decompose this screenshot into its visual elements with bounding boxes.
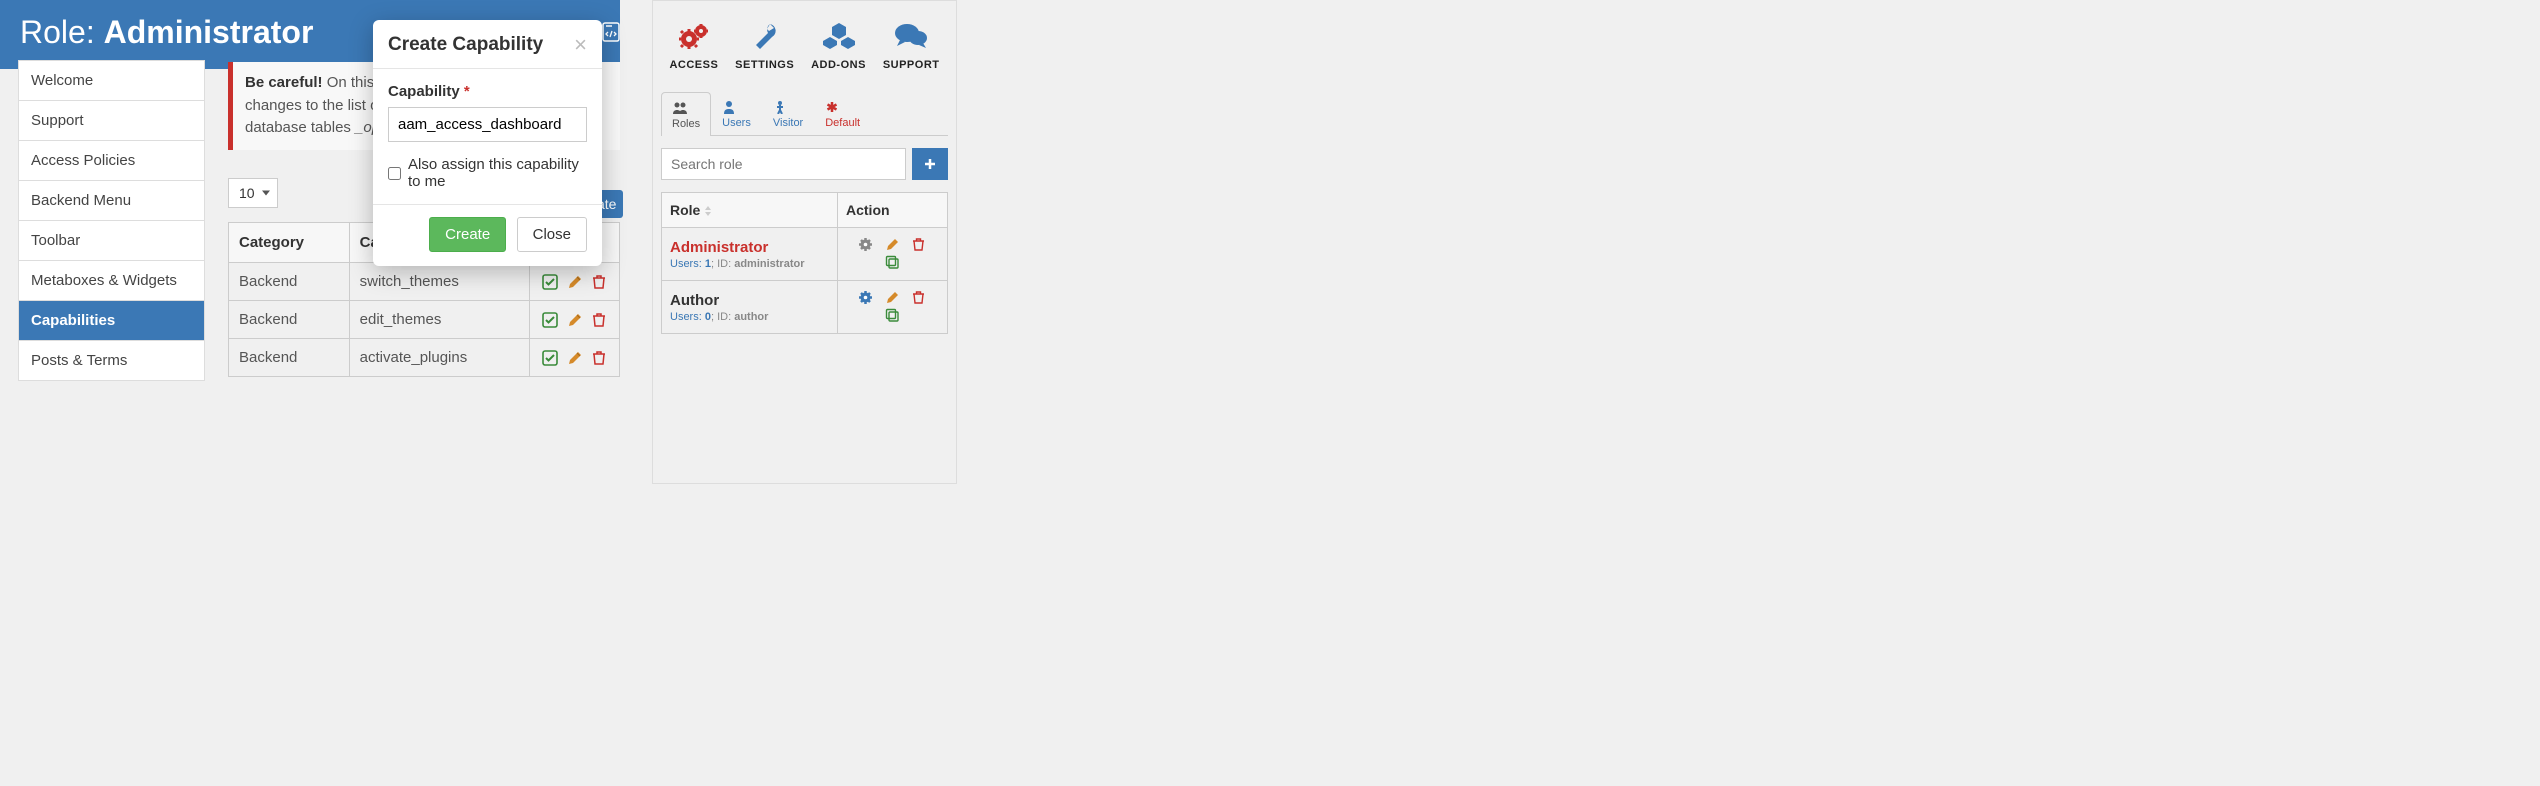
th-role[interactable]: Role: [662, 193, 838, 228]
gear-cluster-button[interactable]: ACCESS: [669, 19, 718, 71]
role-search-row: [661, 148, 948, 180]
subtab-visitor[interactable]: Visitor: [762, 91, 814, 135]
right-panel: ACCESS SETTINGS ADD-ONS SUPPORT RolesUsersV…: [652, 0, 957, 484]
create-button[interactable]: Create: [429, 217, 506, 252]
roles-table: Role Action Administrator Users: 1; ID: …: [661, 192, 948, 334]
cell-category: Backend: [229, 338, 350, 376]
page-size-select[interactable]: 10: [228, 178, 278, 208]
modal-header: Create Capability ×: [373, 20, 602, 69]
nav-backend-menu[interactable]: Backend Menu: [19, 181, 204, 221]
close-icon[interactable]: ×: [574, 34, 587, 56]
nav-access-policies[interactable]: Access Policies: [19, 141, 204, 181]
th-action: Action: [838, 193, 948, 228]
role-cell: Administrator Users: 1; ID: administrato…: [662, 228, 838, 281]
check-icon[interactable]: [542, 350, 558, 366]
user-icon: [722, 100, 751, 114]
cubes-icon: [811, 19, 866, 53]
pencil-icon[interactable]: [567, 350, 583, 366]
modal-body: Capability * Also assign this capability…: [373, 69, 602, 204]
add-role-button[interactable]: [912, 148, 948, 180]
assign-to-me-checkbox[interactable]: [388, 166, 401, 181]
modal-footer: Create Close: [373, 204, 602, 266]
role-actions: [838, 281, 948, 334]
check-icon[interactable]: [542, 274, 558, 290]
nav-support[interactable]: Support: [19, 101, 204, 141]
subtab-row: RolesUsersVisitorDefault: [661, 91, 948, 136]
cell-actions: [530, 300, 620, 338]
clone-icon[interactable]: [885, 255, 901, 271]
gear-icon[interactable]: [858, 237, 874, 253]
pencil-icon[interactable]: [885, 237, 901, 253]
nav-metaboxes[interactable]: Metaboxes & Widgets: [19, 261, 204, 301]
trash-icon[interactable]: [911, 237, 927, 253]
th-category[interactable]: Category: [229, 222, 350, 262]
trash-icon[interactable]: [591, 312, 607, 328]
role-row[interactable]: Author Users: 0; ID: author: [662, 281, 948, 334]
role-search-input[interactable]: [661, 148, 906, 180]
table-row: Backend activate_plugins: [229, 338, 620, 376]
gear-icon[interactable]: [858, 290, 874, 306]
trash-icon[interactable]: [911, 290, 927, 306]
nav-welcome[interactable]: Welcome: [19, 61, 204, 101]
close-button[interactable]: Close: [517, 217, 587, 252]
capability-label: Capability *: [388, 83, 587, 100]
cell-capability: edit_themes: [349, 300, 529, 338]
trash-icon[interactable]: [591, 350, 607, 366]
nav-toolbar[interactable]: Toolbar: [19, 221, 204, 261]
table-row: Backend edit_themes: [229, 300, 620, 338]
cell-capability: activate_plugins: [349, 338, 529, 376]
table-row: Backend switch_themes: [229, 262, 620, 300]
trash-icon[interactable]: [591, 274, 607, 290]
users-group-icon: [672, 101, 700, 115]
nav-capabilities[interactable]: Capabilities: [19, 301, 204, 341]
role-cell: Author Users: 0; ID: author: [662, 281, 838, 334]
role-meta: Users: 1; ID: administrator: [670, 258, 829, 270]
modal-title: Create Capability: [388, 34, 543, 56]
person-icon: [773, 100, 803, 114]
pencil-icon[interactable]: [885, 290, 901, 306]
capability-input[interactable]: [388, 107, 587, 142]
top-icon-row: ACCESS SETTINGS ADD-ONS SUPPORT: [661, 11, 948, 83]
chat-button[interactable]: SUPPORT: [883, 19, 940, 71]
wrench-button[interactable]: SETTINGS: [735, 19, 794, 71]
sidebar-nav: Welcome Support Access Policies Backend …: [18, 60, 205, 381]
cell-capability: switch_themes: [349, 262, 529, 300]
chat-icon: [883, 19, 940, 53]
role-name: Administrator: [670, 239, 829, 256]
nav-posts-terms[interactable]: Posts & Terms: [19, 341, 204, 380]
cell-category: Backend: [229, 300, 350, 338]
cell-actions: [530, 262, 620, 300]
pencil-icon[interactable]: [567, 274, 583, 290]
create-capability-modal: Create Capability × Capability * Also as…: [373, 20, 602, 266]
subtab-roles[interactable]: Roles: [661, 92, 711, 136]
header-label: Role:: [20, 14, 104, 50]
pencil-icon[interactable]: [567, 312, 583, 328]
check-icon[interactable]: [542, 312, 558, 328]
asterisk-icon: [825, 100, 860, 114]
cell-actions: [530, 338, 620, 376]
subtab-default[interactable]: Default: [814, 91, 871, 135]
gear-cluster-icon: [669, 19, 718, 53]
clone-icon[interactable]: [885, 308, 901, 324]
cell-category: Backend: [229, 262, 350, 300]
role-meta: Users: 0; ID: author: [670, 311, 829, 323]
warning-strong: Be careful!: [245, 74, 323, 91]
role-actions: [838, 228, 948, 281]
wrench-icon: [735, 19, 794, 53]
header-value: Administrator: [104, 14, 314, 50]
cubes-button[interactable]: ADD-ONS: [811, 19, 866, 71]
code-icon[interactable]: [602, 22, 620, 42]
subtab-users[interactable]: Users: [711, 91, 762, 135]
role-name: Author: [670, 292, 829, 309]
assign-to-me-row[interactable]: Also assign this capability to me: [388, 156, 587, 190]
role-row[interactable]: Administrator Users: 1; ID: administrato…: [662, 228, 948, 281]
